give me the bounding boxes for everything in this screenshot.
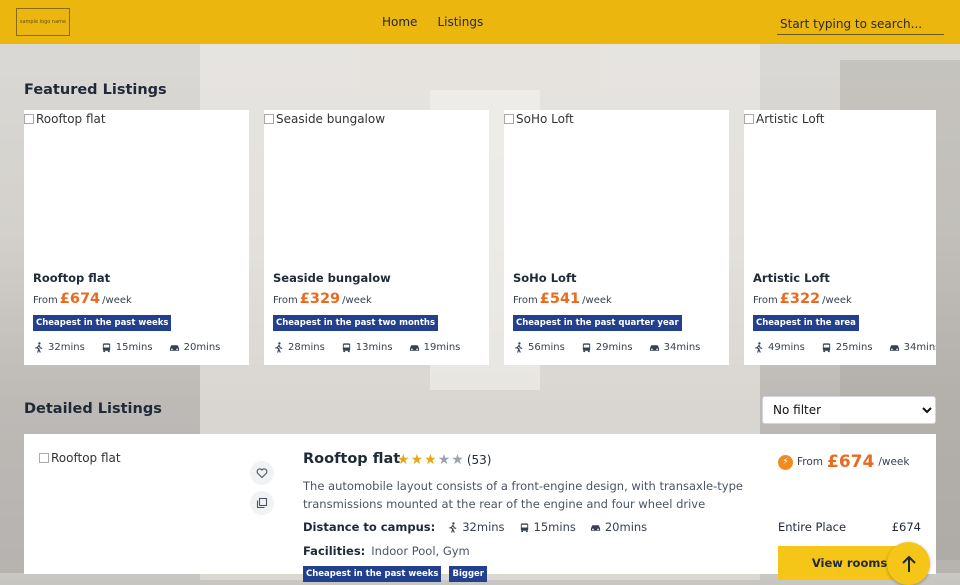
detailed-listing-card: Rooftop flat Rooftop flat ★ ★ ★ ★ ★ (53)… [24,434,936,582]
card-price: From £541/week [513,291,612,307]
compare-button[interactable] [250,491,274,515]
bus-icon [582,343,590,353]
car-icon [590,524,600,531]
listing-image: Seaside bungalow [264,112,385,126]
listing-title[interactable]: Rooftop flat [303,451,400,467]
broken-image-icon [264,114,274,124]
card-title: Artistic Loft [753,271,830,285]
featured-card[interactable]: SoHo Loft SoHo Loft From £541/week Cheape… [504,110,729,365]
bus-icon [342,343,350,353]
featured-carousel: Rooftop flat Rooftop flat From £674/week … [24,110,936,365]
card-price: From £322/week [753,291,852,307]
featured-card[interactable]: Rooftop flat Rooftop flat From £674/week … [24,110,249,365]
listing-image: Rooftop flat [24,112,106,126]
scroll-to-top-button[interactable] [887,542,930,585]
listing-description: The automobile layout consists of a fron… [303,479,743,511]
top-navbar: sample logo name Home Listings [0,0,960,44]
listing-image: Rooftop flat [39,451,121,465]
nav-listings-link[interactable]: Listings [437,15,483,29]
walk-icon [449,521,457,533]
car-icon [889,345,899,351]
broken-image-icon [24,114,34,124]
walk-icon [35,342,43,353]
broken-image-icon [39,453,49,463]
featured-card[interactable]: Artistic Loft Artistic Loft From £322/wee… [744,110,936,365]
card-price: From £674/week [33,291,132,307]
deal-badge: Cheapest in the past quarter year [513,315,682,331]
favorite-button[interactable] [250,461,274,485]
star-icon: ★ [424,452,437,468]
bus-icon [520,522,528,532]
detailed-listings-title: Detailed Listings [24,401,162,417]
star-icon: ★ [437,452,451,468]
broken-image-icon [504,114,514,124]
walk-icon [755,342,763,353]
travel-times: 28mins 13mins 19mins [273,342,460,353]
copy-icon [256,497,268,509]
logo[interactable]: sample logo name [16,8,70,36]
listing-filter-select[interactable]: No filter [762,396,936,424]
room-price: £674 [891,520,921,534]
bus-icon [102,343,110,353]
facilities-label: Facilities: [303,544,366,558]
walk-icon [515,342,523,353]
star-icon: ★ [451,452,464,468]
featured-listings-title: Featured Listings [24,82,167,98]
deal-badge: Cheapest in the past two months [273,315,439,331]
car-icon [169,345,179,351]
deal-badge: Cheapest in the past weeks [33,315,172,331]
card-title: Seaside bungalow [273,271,391,285]
room-option: Entire Place £674 [778,520,921,534]
broken-image-icon [744,114,754,124]
card-price: From £329/week [273,291,372,307]
travel-times: 49mins 25mins 34mins [753,342,936,353]
rating: ★ ★ ★ ★ ★ (53) [397,453,491,467]
arrow-up-icon [901,555,916,572]
listing-price: ⚡ From £674 /week [778,452,909,472]
deal-badge: Cheapest in the area [753,315,859,331]
card-title: SoHo Loft [513,271,577,285]
star-icon: ★ [397,452,410,468]
heart-icon [256,468,268,479]
size-badge: Bigger [449,566,488,582]
review-count: (53) [466,453,492,467]
bus-icon [822,343,830,353]
listing-image: SoHo Loft [504,112,574,126]
facilities-value: Indoor Pool, Gym [371,544,470,558]
search-input[interactable] [777,13,944,35]
logo-text: sample logo name [19,19,67,25]
star-icon: ★ [410,452,424,468]
facilities: Facilities: Indoor Pool, Gym [303,544,470,558]
travel-times: 56mins 29mins 34mins [513,342,700,353]
main-nav: Home Listings [382,0,483,44]
nav-home-link[interactable]: Home [382,15,417,29]
listing-image: Artistic Loft [744,112,824,126]
card-title: Rooftop flat [33,271,111,285]
walk-icon [275,342,283,353]
listing-badges: Cheapest in the past weeks Bigger [303,566,488,582]
featured-card[interactable]: Seaside bungalow Seaside bungalow From £3… [264,110,489,365]
travel-times: 32mins 15mins 20mins [33,342,220,353]
car-icon [649,345,659,351]
distance-label: Distance to campus: [303,520,436,534]
room-type: Entire Place [778,520,847,534]
distance-to-campus: Distance to campus: 32mins 15mins 20mins [303,520,648,534]
lightning-icon: ⚡ [778,454,793,470]
deal-badge: Cheapest in the past weeks [303,566,442,582]
car-icon [409,345,419,351]
